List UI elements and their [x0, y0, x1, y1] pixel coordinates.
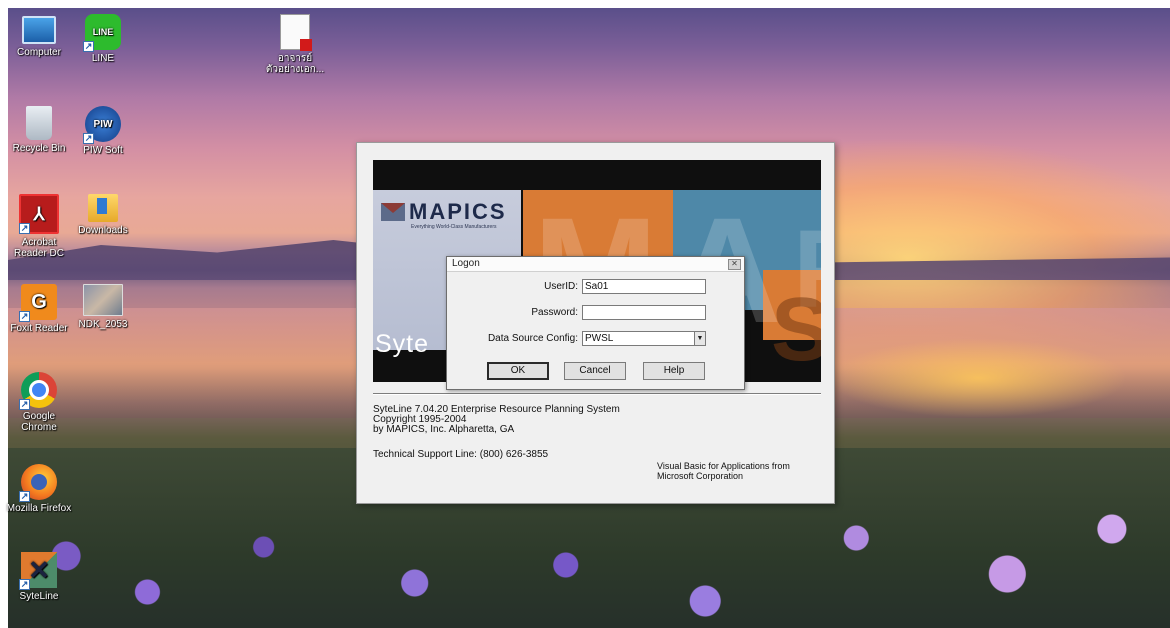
product-info: SyteLine 7.04.20 Enterprise Resource Pla… [373, 405, 620, 435]
datasource-select[interactable]: PWSL ▼ [582, 331, 706, 346]
folder-icon [88, 194, 118, 222]
desktop-icon-label: Mozilla Firefox [6, 503, 72, 514]
vba-credit-line: Visual Basic for Applications from [657, 461, 790, 471]
desktop-icon-ndk[interactable]: NDK_2053 [70, 284, 136, 330]
shortcut-arrow-icon: ↗ [19, 311, 30, 322]
desktop-icon-label: NDK_2053 [78, 319, 128, 330]
userid-field[interactable]: Sa01 [582, 279, 706, 294]
datasource-value: PWSL [582, 331, 695, 346]
desktop-icon-label: PIW Soft [83, 145, 123, 156]
desktop-icon-foxit[interactable]: G ↗ Foxit Reader [6, 284, 72, 334]
desktop-icon-label: Google Chrome [21, 411, 57, 433]
pdf-badge-icon [300, 39, 312, 51]
cancel-button[interactable]: Cancel [564, 362, 626, 380]
mapics-logo: MAPICS Everything World-Class Manufactur… [381, 198, 507, 230]
shortcut-arrow-icon: ↗ [83, 133, 94, 144]
desktop-icon-downloads[interactable]: Downloads [70, 194, 136, 236]
desktop-icon-chrome[interactable]: ↗ Google Chrome [6, 372, 72, 433]
envelope-logo-icon [381, 203, 405, 221]
help-button[interactable]: Help [643, 362, 705, 380]
datasource-label: Data Source Config: [487, 333, 578, 344]
pdf-document-icon [280, 14, 312, 51]
datasource-row: Data Source Config: PWSL ▼ [488, 331, 706, 346]
firefox-icon: ↗ [19, 464, 57, 502]
desktop-icon-label: Foxit Reader [10, 323, 68, 334]
password-field[interactable] [582, 305, 706, 320]
desktop-icon-label: LINE [91, 53, 115, 64]
computer-icon [22, 16, 56, 44]
line-app-icon: LINE ↗ [83, 14, 121, 52]
syteline-wordmark: Syte [375, 330, 430, 358]
desktop-icon-label: อาจารย์ ตัวอย่างเอก... [265, 53, 325, 75]
desktop-icon-recycle-bin[interactable]: Recycle Bin [6, 106, 72, 154]
password-label: Password: [531, 307, 578, 318]
shortcut-arrow-icon: ↗ [19, 579, 30, 590]
piw-soft-icon: PIW ↗ [83, 106, 121, 144]
password-row: Password: [531, 305, 706, 320]
syteline-app-icon: ✕ ↗ [19, 552, 57, 590]
desktop-icon-label: Recycle Bin [12, 143, 66, 154]
globe-icon [31, 474, 47, 490]
mapics-tagline: Everything World-Class Manufacturers [411, 224, 497, 230]
desktop-icon-label: Acrobat Reader DC [13, 237, 65, 259]
desktop-icon-computer[interactable]: Computer [6, 16, 72, 58]
product-info-line: by MAPICS, Inc. Alpharetta, GA [373, 424, 515, 435]
desktop-icon-pdf-file[interactable]: อาจารย์ ตัวอย่างเอก... [262, 14, 328, 75]
splash-divider [373, 393, 821, 395]
shortcut-arrow-icon: ↗ [19, 491, 30, 502]
desktop-icon-acrobat[interactable]: ⅄ ↗ Acrobat Reader DC [6, 194, 72, 259]
sun-glow [828, 338, 1128, 418]
desktop-icon-firefox[interactable]: ↗ Mozilla Firefox [6, 464, 72, 514]
vba-credit-line: Microsoft Corporation [657, 471, 744, 481]
desktop-icon-piw-soft[interactable]: PIW ↗ PIW Soft [70, 106, 136, 156]
acrobat-icon: ⅄ ↗ [19, 194, 59, 234]
chrome-center-icon [29, 380, 49, 400]
desktop-icon-label: Computer [17, 47, 61, 58]
photo-thumbnail-icon [83, 284, 123, 316]
ok-button[interactable]: OK [487, 362, 549, 380]
desktop-icon-line[interactable]: LINE ↗ LINE [70, 14, 136, 64]
vba-credit: Visual Basic for Applications from Micro… [657, 461, 790, 481]
desktop-icon-label: SyteLine [19, 591, 59, 602]
download-arrow-icon [97, 198, 107, 214]
logon-dialog: Logon ✕ UserID: Sa01 Password: Data Sour… [446, 256, 745, 390]
close-icon[interactable]: ✕ [728, 259, 741, 270]
foxit-reader-icon: G ↗ [19, 284, 57, 322]
desktop-icon-syteline[interactable]: ✕ ↗ SyteLine [6, 552, 72, 602]
desktop-icon-label: Downloads [78, 225, 128, 236]
shortcut-arrow-icon: ↗ [19, 399, 30, 410]
chevron-down-icon[interactable]: ▼ [695, 331, 706, 346]
chrome-icon: ↗ [19, 372, 57, 410]
support-line: Technical Support Line: (800) 626-3855 [373, 449, 549, 460]
shortcut-arrow-icon: ↗ [83, 41, 94, 52]
mapics-wordmark: MAPICS [409, 199, 507, 224]
userid-row: UserID: Sa01 [544, 279, 706, 294]
logon-title: Logon [452, 258, 480, 269]
logon-titlebar[interactable]: Logon ✕ [447, 257, 744, 272]
userid-label: UserID: [544, 281, 578, 292]
x-mark-icon: ✕ [28, 554, 50, 585]
shortcut-arrow-icon: ↗ [19, 223, 30, 234]
recycle-bin-icon [26, 106, 52, 140]
banner-letter-s: S [771, 280, 821, 380]
